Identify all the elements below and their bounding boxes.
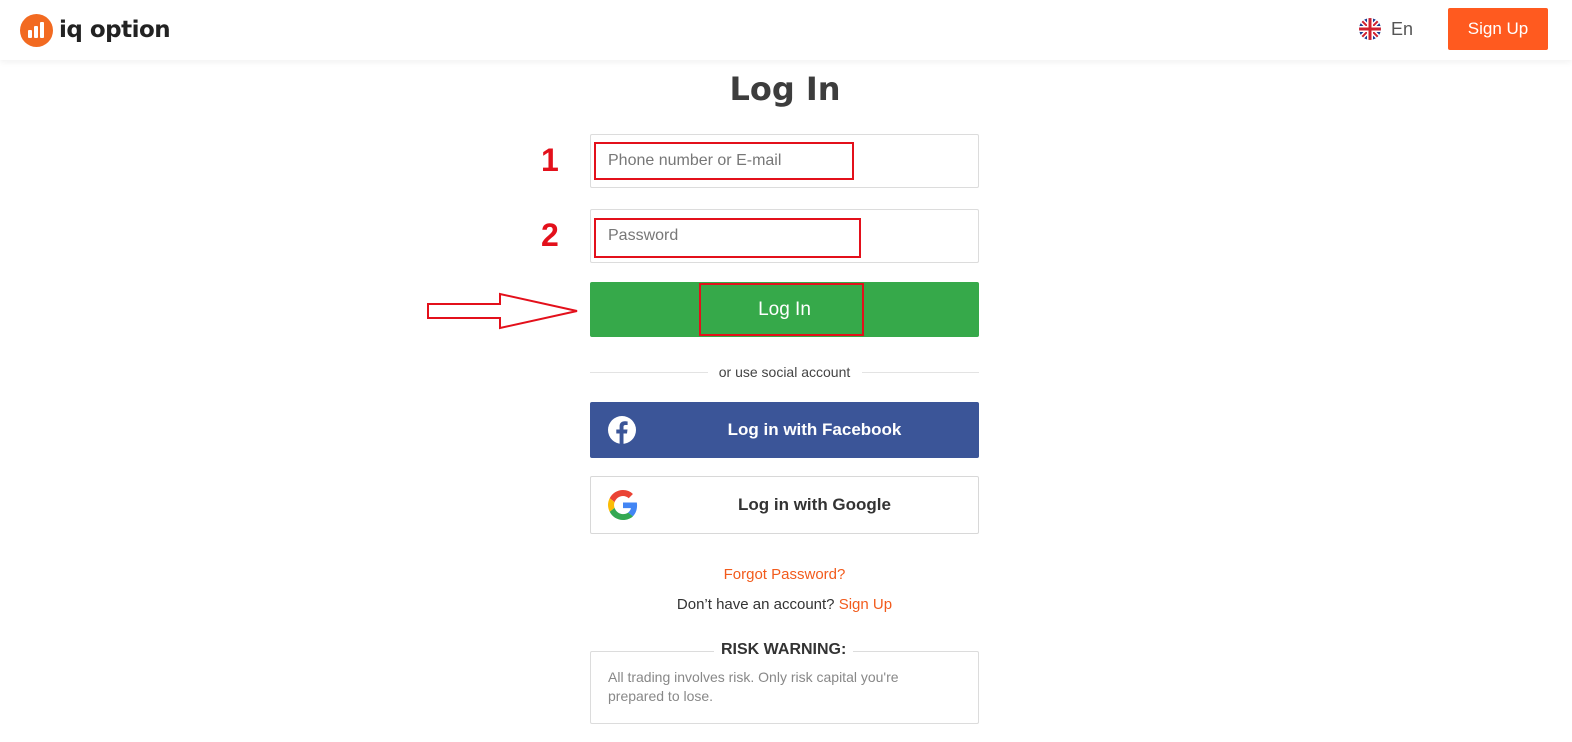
- email-field[interactable]: [608, 135, 958, 187]
- social-divider-text: or use social account: [718, 364, 851, 380]
- risk-warning-text: All trading involves risk. Only risk cap…: [608, 669, 899, 704]
- no-account-row: Don’t have an account? Sign Up: [590, 596, 979, 613]
- password-field-container: [590, 209, 979, 263]
- uk-flag-icon: [1359, 18, 1381, 40]
- signup-button[interactable]: Sign Up: [1448, 8, 1548, 50]
- step-1-marker: 1: [541, 142, 559, 178]
- facebook-login-label: Log in with Facebook: [727, 420, 902, 439]
- logo-mark-icon: [20, 13, 53, 47]
- step-2-marker: 2: [541, 217, 559, 253]
- risk-warning-title: RISK WARNING:: [714, 641, 854, 659]
- google-icon: [608, 490, 638, 520]
- arrow-right-icon: [427, 292, 578, 330]
- page-title: Log In: [729, 70, 841, 108]
- email-field-container: [590, 134, 979, 188]
- top-navigation-bar: iq option En Sign Up: [0, 0, 1572, 60]
- google-login-label: Log in with Google: [738, 495, 891, 514]
- forgot-password-link[interactable]: Forgot Password?: [590, 566, 979, 583]
- iq-option-logo[interactable]: iq option: [20, 12, 171, 48]
- no-account-text: Don’t have an account?: [676, 596, 835, 613]
- password-field[interactable]: [608, 210, 958, 262]
- google-login-button[interactable]: Log in with Google: [590, 476, 979, 534]
- language-selector[interactable]: En: [1359, 17, 1413, 41]
- login-submit-button[interactable]: Log In: [590, 282, 979, 337]
- facebook-login-button[interactable]: Log in with Facebook: [590, 402, 979, 458]
- signup-link[interactable]: Sign Up: [839, 596, 892, 613]
- language-label: En: [1391, 18, 1414, 39]
- logo-text: iq option: [59, 17, 171, 43]
- facebook-icon: [608, 416, 636, 444]
